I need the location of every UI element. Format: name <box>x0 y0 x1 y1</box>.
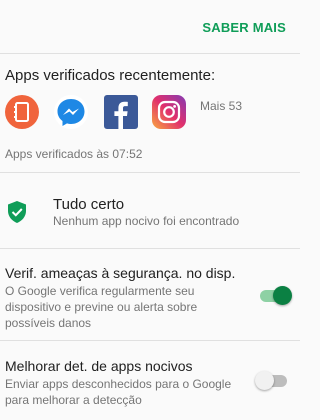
recent-apps-title: Apps verificados recentemente: <box>5 67 216 84</box>
notebook-app-icon[interactable] <box>5 95 39 129</box>
divider <box>0 340 300 341</box>
divider <box>0 172 300 173</box>
status-subtitle: Nenhum app nocivo foi encontrado <box>53 214 240 228</box>
divider <box>0 248 300 249</box>
messenger-icon[interactable] <box>54 95 88 129</box>
improve-detection-setting-desc: Enviar apps desconhecidos para o Google … <box>5 377 232 407</box>
facebook-icon[interactable] <box>104 95 138 129</box>
toggle-thumb <box>255 371 274 390</box>
divider <box>0 53 300 54</box>
instagram-icon[interactable] <box>152 95 186 129</box>
scan-device-setting-title[interactable]: Verif. ameaças à segurança. no disp. <box>5 265 235 281</box>
more-apps-count[interactable]: Mais 53 <box>200 99 242 113</box>
scan-device-toggle[interactable] <box>258 285 292 305</box>
shield-check-icon <box>6 200 28 224</box>
scan-device-setting-desc: O Google verifica regularmente seu dispo… <box>5 284 198 330</box>
improve-detection-setting-title[interactable]: Melhorar det. de apps nocivos <box>5 358 193 374</box>
toggle-thumb <box>273 286 292 305</box>
improve-detection-toggle[interactable] <box>255 370 289 390</box>
verified-time: Apps verificados às 07:52 <box>5 147 143 161</box>
learn-more-link[interactable]: SABER MAIS <box>202 20 286 35</box>
status-title: Tudo certo <box>53 196 125 213</box>
